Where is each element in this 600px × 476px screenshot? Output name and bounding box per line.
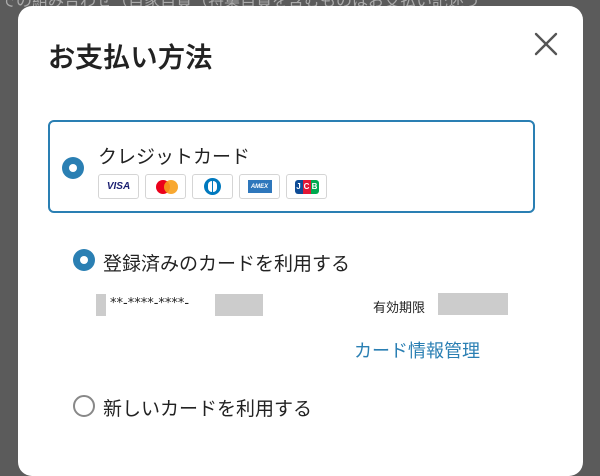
masked-expiry-value (438, 293, 508, 315)
registered-card-label[interactable]: 登録済みのカードを利用する (103, 249, 350, 276)
jcb-letter-b: B (310, 179, 319, 194)
visa-logo-text: VISA (106, 181, 131, 192)
masked-card-number: **-****-****- (110, 296, 190, 311)
jcb-letter-c: C (302, 179, 311, 194)
mastercard-icon (145, 174, 186, 199)
credit-card-radio[interactable] (62, 157, 84, 179)
modal-title: お支払い方法 (48, 43, 213, 74)
jcb-icon: J C B (286, 174, 327, 199)
credit-card-option[interactable]: クレジットカード VISA AMEX J C B (48, 120, 535, 213)
visa-icon: VISA (98, 174, 139, 199)
new-card-label[interactable]: 新しいカードを利用する (103, 394, 312, 421)
jcb-letter-j: J (294, 179, 303, 194)
payment-method-modal: お支払い方法 クレジットカード VISA AMEX J C B 登録済みのカード… (18, 6, 583, 476)
registered-card-radio[interactable] (73, 249, 95, 271)
amex-logo-text: AMEX (250, 183, 269, 190)
diners-club-icon (192, 174, 233, 199)
new-card-radio[interactable] (73, 395, 95, 417)
amex-icon: AMEX (239, 174, 280, 199)
card-brand-list: VISA AMEX J C B (98, 174, 327, 199)
close-icon[interactable] (532, 30, 560, 58)
card-info-management-link[interactable]: カード情報管理 (354, 337, 480, 363)
masked-card-prefix (96, 294, 106, 316)
masked-card-suffix (215, 294, 263, 316)
expiry-label: 有効期限 (373, 301, 426, 316)
credit-card-label: クレジットカード (98, 146, 251, 168)
